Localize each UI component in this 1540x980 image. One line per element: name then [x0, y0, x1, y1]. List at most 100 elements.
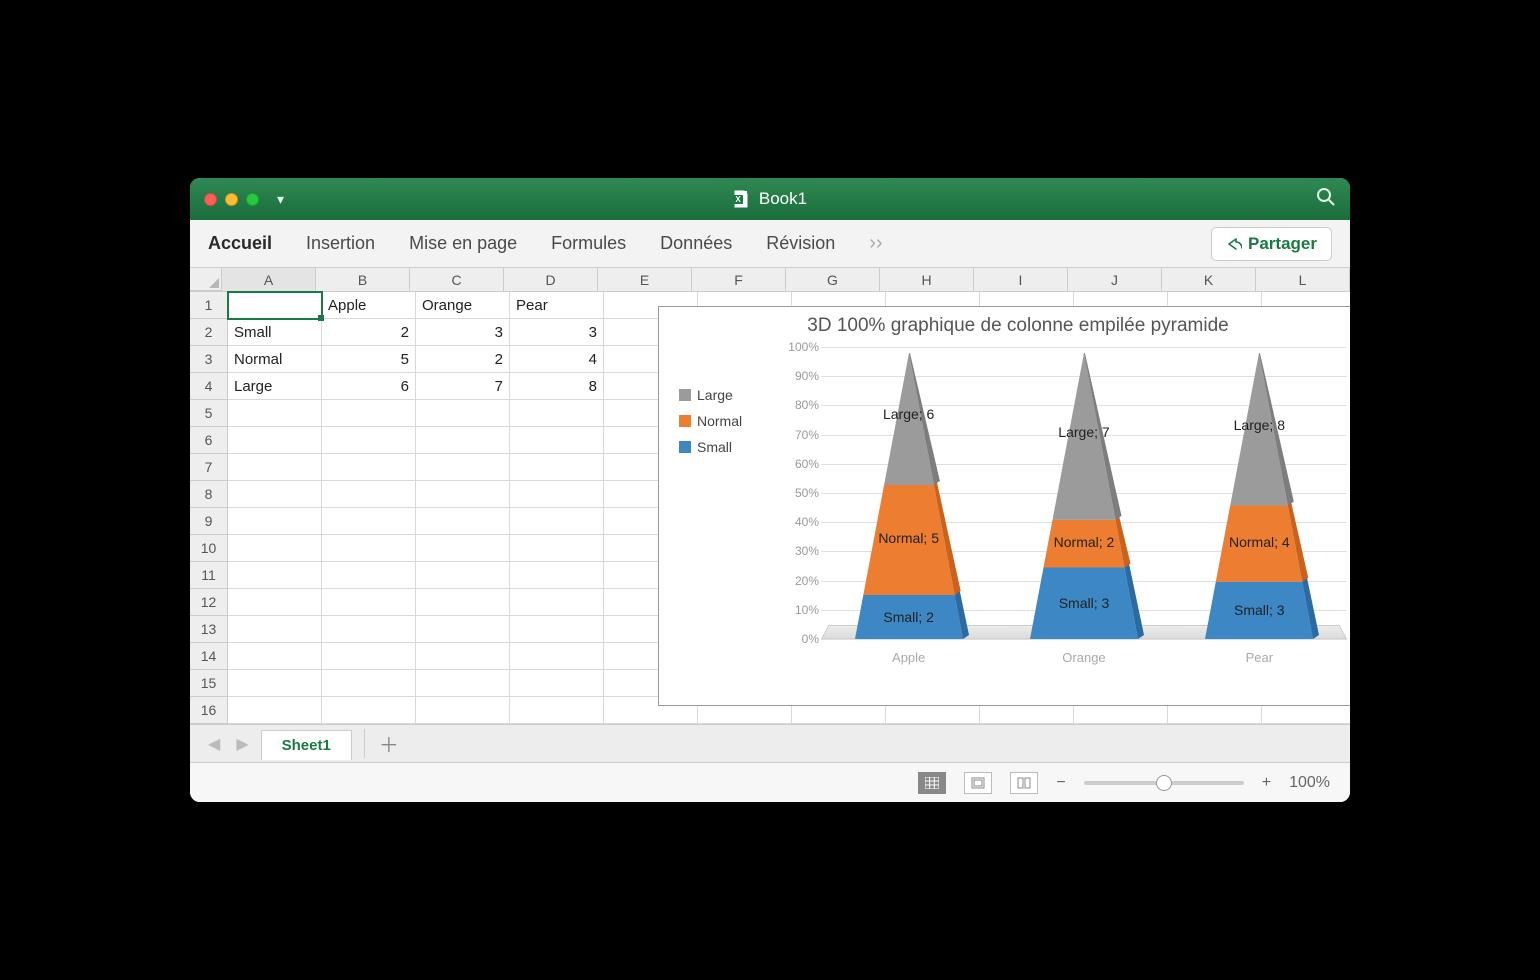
cell-B4[interactable]: 6	[322, 373, 416, 400]
row-header-6[interactable]: 6	[190, 427, 228, 454]
cell-A16[interactable]	[228, 697, 322, 724]
cell-A4[interactable]: Large	[228, 373, 322, 400]
column-header-F[interactable]: F	[692, 268, 786, 291]
cell-B15[interactable]	[322, 670, 416, 697]
row-header-13[interactable]: 13	[190, 616, 228, 643]
column-header-L[interactable]: L	[1256, 268, 1350, 291]
row-header-12[interactable]: 12	[190, 589, 228, 616]
tab-revision[interactable]: Révision	[766, 233, 835, 254]
cell-C12[interactable]	[416, 589, 510, 616]
cell-D11[interactable]	[510, 562, 604, 589]
cell-A9[interactable]	[228, 508, 322, 535]
tab-insertion[interactable]: Insertion	[306, 233, 375, 254]
cell-B1[interactable]: Apple	[322, 292, 416, 319]
column-header-G[interactable]: G	[786, 268, 880, 291]
zoom-slider[interactable]	[1084, 781, 1244, 785]
cell-D12[interactable]	[510, 589, 604, 616]
cell-C8[interactable]	[416, 481, 510, 508]
cell-A5[interactable]	[228, 400, 322, 427]
cell-B3[interactable]: 5	[322, 346, 416, 373]
cell-A8[interactable]	[228, 481, 322, 508]
row-header-14[interactable]: 14	[190, 643, 228, 670]
column-header-J[interactable]: J	[1068, 268, 1162, 291]
tab-mise-en-page[interactable]: Mise en page	[409, 233, 517, 254]
view-page-layout-button[interactable]	[964, 772, 992, 794]
cell-B2[interactable]: 2	[322, 319, 416, 346]
zoom-slider-knob[interactable]	[1156, 775, 1172, 791]
cell-C5[interactable]	[416, 400, 510, 427]
cell-D15[interactable]	[510, 670, 604, 697]
view-normal-button[interactable]	[918, 772, 946, 794]
row-header-5[interactable]: 5	[190, 400, 228, 427]
column-header-B[interactable]: B	[316, 268, 410, 291]
column-header-I[interactable]: I	[974, 268, 1068, 291]
zoom-in-button[interactable]: +	[1262, 774, 1271, 792]
cell-C6[interactable]	[416, 427, 510, 454]
sheet-tab-1[interactable]: Sheet1	[261, 730, 352, 760]
row-header-1[interactable]: 1	[190, 292, 228, 319]
column-header-C[interactable]: C	[410, 268, 504, 291]
cell-B9[interactable]	[322, 508, 416, 535]
cell-D5[interactable]	[510, 400, 604, 427]
view-page-break-button[interactable]	[1010, 772, 1038, 794]
tab-accueil[interactable]: Accueil	[208, 233, 272, 254]
cell-D3[interactable]: 4	[510, 346, 604, 373]
cell-B7[interactable]	[322, 454, 416, 481]
qat-customize-icon[interactable]: ▾	[277, 191, 284, 208]
cell-C3[interactable]: 2	[416, 346, 510, 373]
cell-B5[interactable]	[322, 400, 416, 427]
add-sheet-button[interactable]: ＋	[364, 729, 413, 758]
row-header-8[interactable]: 8	[190, 481, 228, 508]
cell-B14[interactable]	[322, 643, 416, 670]
row-header-16[interactable]: 16	[190, 697, 228, 724]
cell-A11[interactable]	[228, 562, 322, 589]
row-header-15[interactable]: 15	[190, 670, 228, 697]
cell-A7[interactable]	[228, 454, 322, 481]
cell-C15[interactable]	[416, 670, 510, 697]
cell-D1[interactable]: Pear	[510, 292, 604, 319]
row-header-9[interactable]: 9	[190, 508, 228, 535]
row-header-4[interactable]: 4	[190, 373, 228, 400]
cell-C16[interactable]	[416, 697, 510, 724]
maximize-window-button[interactable]	[246, 193, 259, 206]
cell-C11[interactable]	[416, 562, 510, 589]
column-header-A[interactable]: A	[222, 268, 316, 291]
cell-D10[interactable]	[510, 535, 604, 562]
cell-A6[interactable]	[228, 427, 322, 454]
cell-C7[interactable]	[416, 454, 510, 481]
column-header-D[interactable]: D	[504, 268, 598, 291]
cell-B6[interactable]	[322, 427, 416, 454]
cell-C14[interactable]	[416, 643, 510, 670]
tab-donnees[interactable]: Données	[660, 233, 732, 254]
column-header-K[interactable]: K	[1162, 268, 1256, 291]
cell-B12[interactable]	[322, 589, 416, 616]
sheet-nav-prev[interactable]: ◀	[204, 734, 224, 754]
row-header-2[interactable]: 2	[190, 319, 228, 346]
row-header-11[interactable]: 11	[190, 562, 228, 589]
cell-D4[interactable]: 8	[510, 373, 604, 400]
cell-A3[interactable]: Normal	[228, 346, 322, 373]
quick-access-toolbar[interactable]: ▾	[277, 191, 284, 208]
cell-D6[interactable]	[510, 427, 604, 454]
row-header-10[interactable]: 10	[190, 535, 228, 562]
column-header-H[interactable]: H	[880, 268, 974, 291]
row-header-3[interactable]: 3	[190, 346, 228, 373]
tab-formules[interactable]: Formules	[551, 233, 626, 254]
cell-A2[interactable]: Small	[228, 319, 322, 346]
cell-D13[interactable]	[510, 616, 604, 643]
select-all-corner[interactable]	[190, 268, 222, 291]
cell-C13[interactable]	[416, 616, 510, 643]
column-header-E[interactable]: E	[598, 268, 692, 291]
cell-A14[interactable]	[228, 643, 322, 670]
zoom-level[interactable]: 100%	[1289, 774, 1330, 792]
cell-B8[interactable]	[322, 481, 416, 508]
cell-D16[interactable]	[510, 697, 604, 724]
zoom-out-button[interactable]: −	[1056, 774, 1065, 792]
cell-A1[interactable]	[228, 292, 322, 319]
cell-A15[interactable]	[228, 670, 322, 697]
tabs-overflow-icon[interactable]: ››	[869, 232, 882, 255]
cell-C9[interactable]	[416, 508, 510, 535]
embedded-chart[interactable]: 3D 100% graphique de colonne empilée pyr…	[658, 306, 1350, 706]
cell-C1[interactable]: Orange	[416, 292, 510, 319]
sheet-nav-next[interactable]: ▶	[232, 734, 252, 754]
